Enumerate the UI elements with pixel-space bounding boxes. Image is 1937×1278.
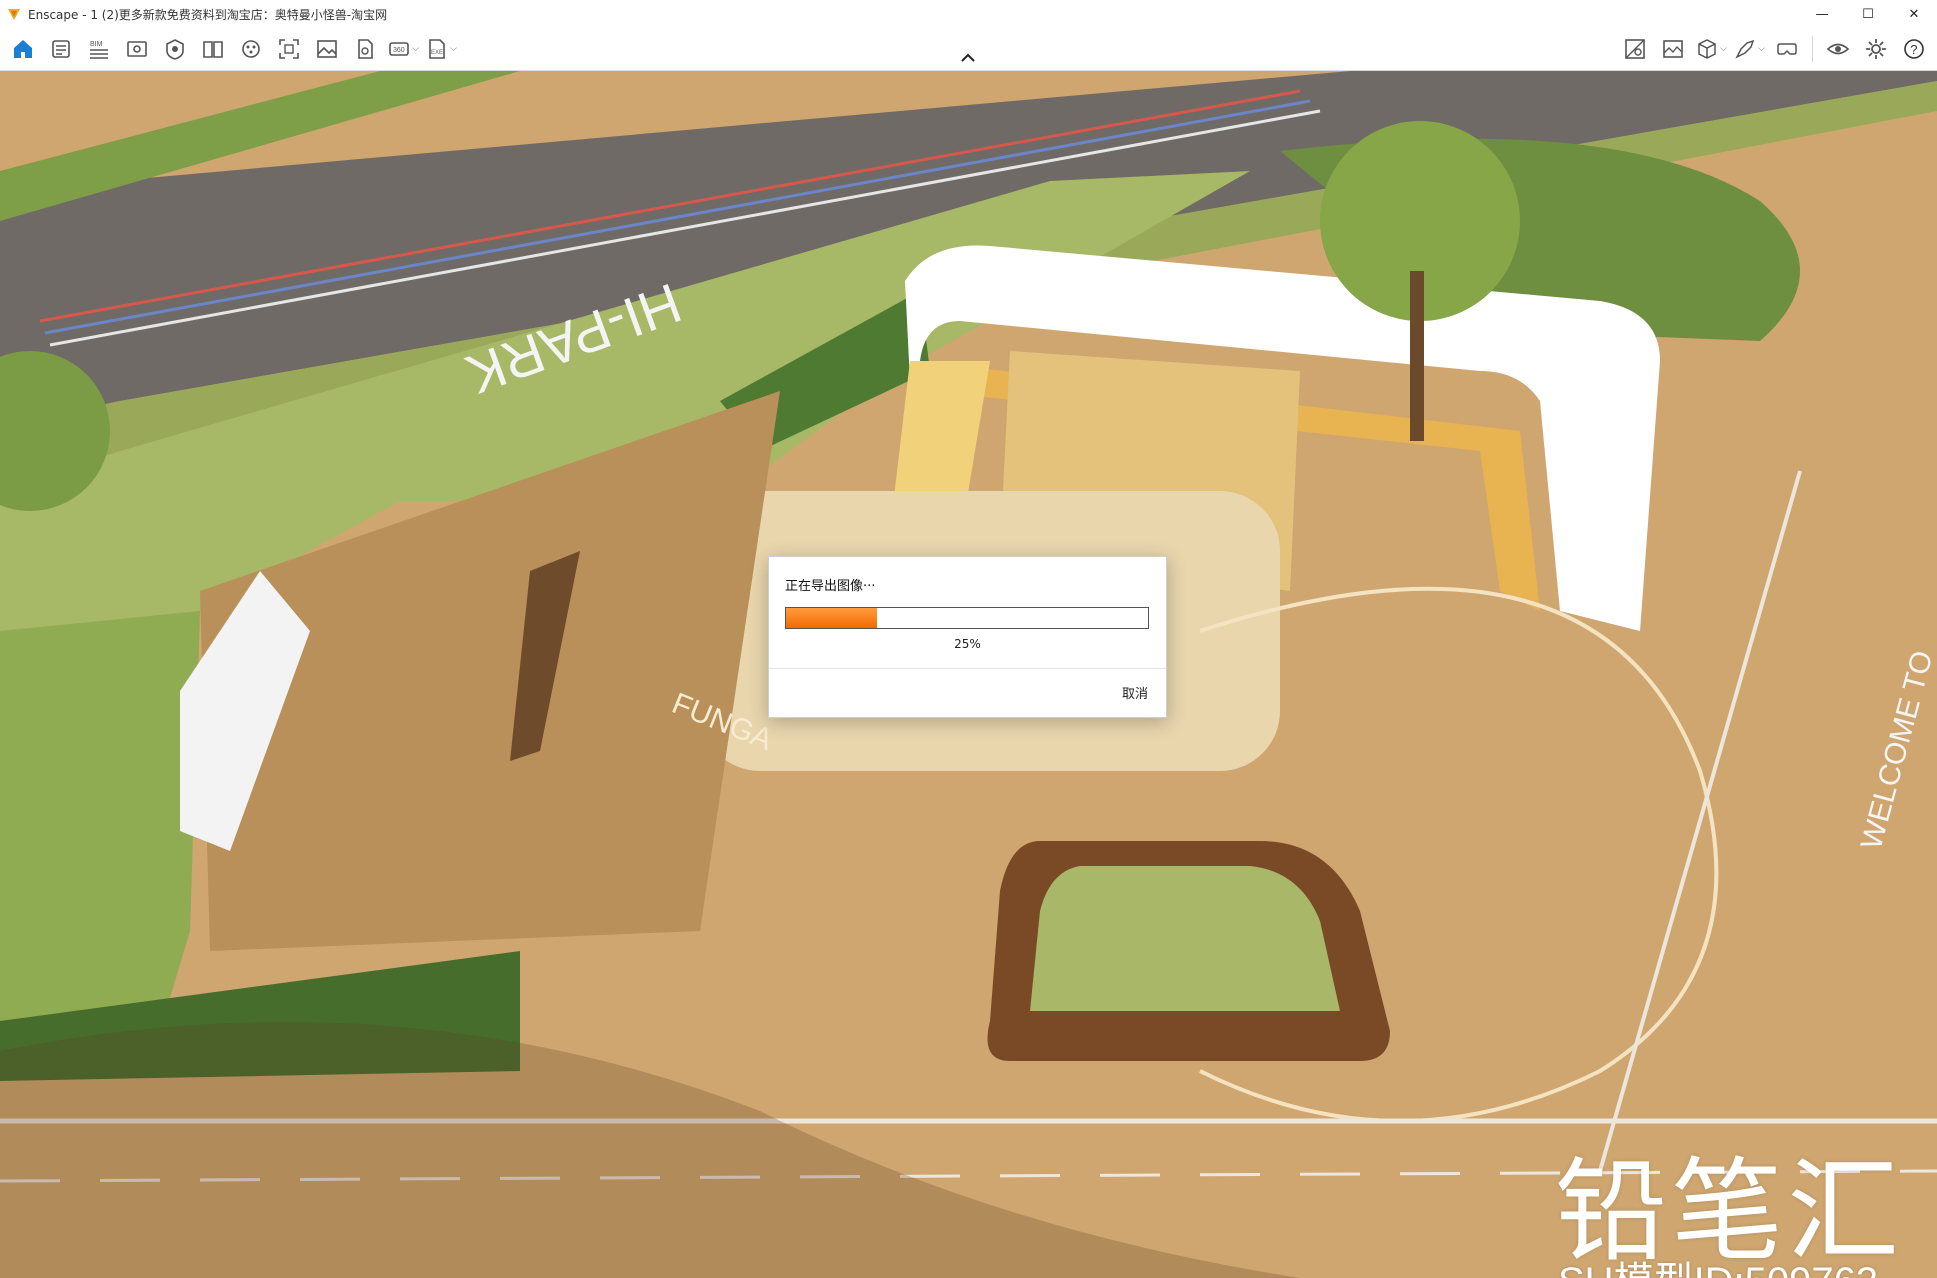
material-editor-button[interactable]	[1618, 32, 1652, 66]
settings-icon	[1866, 39, 1886, 59]
bim-button[interactable]: BIM	[82, 32, 116, 66]
watermark-model-id: SU模型ID:509763	[1558, 1249, 1878, 1278]
bim-icon: BIM	[90, 41, 108, 59]
enscape-logo-icon	[8, 9, 20, 20]
atmosphere-icon	[166, 39, 184, 60]
export-exe-icon: EXE	[429, 39, 445, 59]
svg-text:360: 360	[393, 47, 405, 54]
image-icon	[317, 40, 337, 58]
cancel-button[interactable]: 取消	[1122, 683, 1148, 702]
chevron-down-icon: ⌵	[450, 44, 457, 54]
export-status-text: 正在导出图像···	[785, 579, 876, 594]
svg-text:BIM: BIM	[90, 41, 103, 48]
chevron-down-icon: ⌵	[1720, 44, 1727, 54]
book-icon	[203, 41, 223, 58]
sketch-icon	[1735, 39, 1755, 59]
view-button[interactable]	[120, 32, 154, 66]
dialog-divider	[769, 668, 1166, 669]
progress-bar-fill	[786, 608, 877, 628]
planter-grass	[1030, 866, 1340, 1011]
material-editor-icon	[1625, 39, 1645, 59]
toolbar: BIM 360 ⌵ EXE ⌵ ⌵ ⌵ ?	[0, 28, 1937, 71]
svg-text:?: ?	[1910, 42, 1917, 57]
asset-library-button[interactable]	[234, 32, 268, 66]
toolbar-separator	[1812, 36, 1813, 62]
vr-headset-icon	[1777, 43, 1797, 55]
left-lawn	[0, 611, 200, 1031]
tree-trunk	[1410, 271, 1424, 441]
chevron-down-icon: ⌵	[412, 44, 419, 54]
atmosphere-button[interactable]	[158, 32, 192, 66]
file-button[interactable]	[348, 32, 382, 66]
maximize-button[interactable]: ☐	[1845, 0, 1891, 28]
scene-list-button[interactable]	[44, 32, 78, 66]
window-title: Enscape - 1 (2)更多新款免费资料到淘宝店：奥特曼小怪兽-淘宝网	[28, 7, 388, 22]
progress-bar	[785, 607, 1149, 629]
visual-settings-icon	[1663, 40, 1683, 58]
window-controls: — ☐ ✕	[1799, 0, 1937, 28]
settings-button[interactable]	[1859, 32, 1893, 66]
export-exe-button[interactable]: EXE ⌵	[424, 32, 458, 66]
title-bar: Enscape - 1 (2)更多新款免费资料到淘宝店：奥特曼小怪兽-淘宝网 —…	[0, 0, 1937, 28]
cube-button[interactable]: ⌵	[1694, 32, 1728, 66]
home-button[interactable]	[6, 32, 40, 66]
capture-button[interactable]	[272, 32, 306, 66]
minimize-button[interactable]: —	[1799, 0, 1845, 28]
eye-button[interactable]	[1821, 32, 1855, 66]
image-button[interactable]	[310, 32, 344, 66]
sketch-button[interactable]: ⌵	[1732, 32, 1766, 66]
capture-icon	[279, 39, 299, 59]
chevron-down-icon: ⌵	[1758, 44, 1765, 54]
toolbar-left-group: BIM 360 ⌵ EXE ⌵	[4, 28, 460, 70]
home-icon	[14, 40, 32, 58]
collapse-toolbar-button[interactable]	[960, 52, 976, 64]
asset-library-icon	[242, 40, 260, 58]
panorama-button[interactable]: 360 ⌵	[386, 32, 420, 66]
svg-text:EXE: EXE	[431, 50, 443, 56]
file-icon	[358, 39, 373, 59]
panorama-icon: 360	[389, 42, 409, 56]
help-button[interactable]: ?	[1897, 32, 1931, 66]
export-progress-dialog: 正在导出图像··· 25% 取消	[768, 556, 1167, 718]
progress-percent: 25%	[954, 637, 981, 651]
eye-icon	[1826, 43, 1850, 55]
scene-list-icon	[52, 40, 70, 58]
view-icon	[127, 41, 147, 57]
toolbar-right-group: ⌵ ⌵ ?	[1616, 28, 1933, 70]
vr-headset-button[interactable]	[1770, 32, 1804, 66]
chevron-up-icon	[961, 53, 975, 62]
book-button[interactable]	[196, 32, 230, 66]
cube-icon	[1698, 39, 1716, 59]
visual-settings-button[interactable]	[1656, 32, 1690, 66]
close-button[interactable]: ✕	[1891, 0, 1937, 28]
help-icon: ?	[1904, 39, 1924, 59]
